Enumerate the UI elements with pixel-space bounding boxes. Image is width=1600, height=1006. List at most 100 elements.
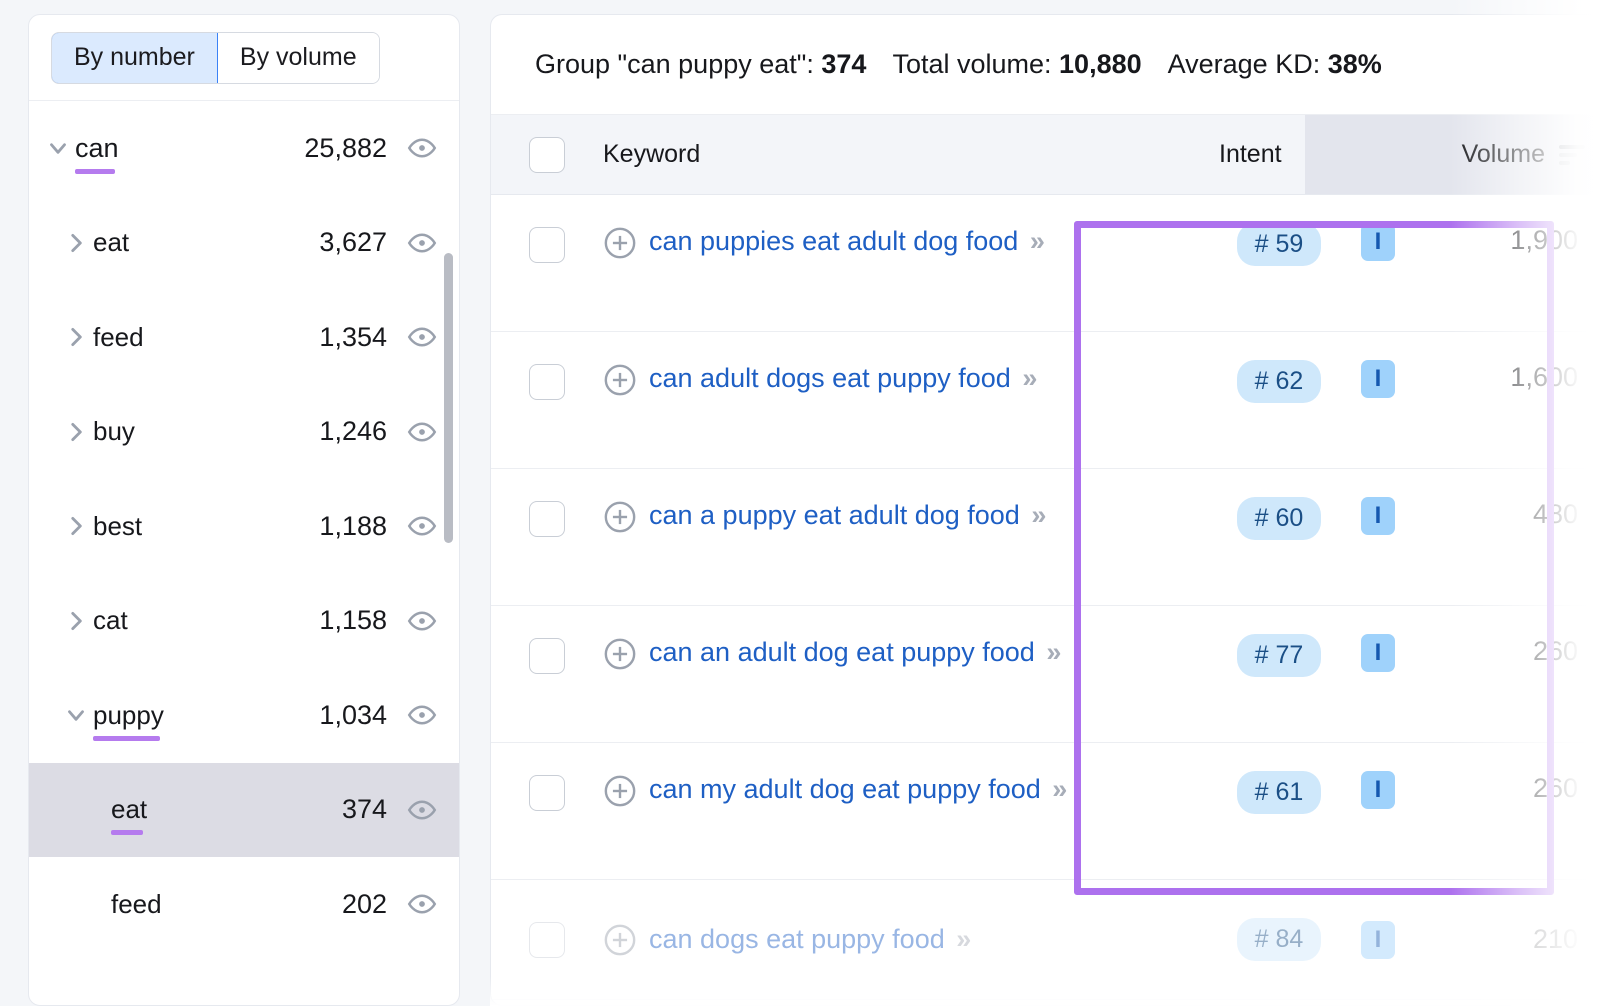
tree-item-highlight-underline [111,830,143,835]
row-checkbox[interactable] [529,775,565,811]
rank-badge[interactable]: # 62 [1237,360,1322,403]
tree-item-label: can [75,133,119,163]
eye-icon[interactable] [407,322,437,352]
tree-item-best-4[interactable]: best1,188 [29,479,459,574]
tree-item-highlight-underline [93,736,160,741]
segment-by-number[interactable]: By number [51,32,218,84]
tree-item-count: 25,882 [304,133,387,164]
chevron-right-icon[interactable] [59,230,93,256]
double-chevron-icon[interactable]: » [1052,774,1065,804]
eye-icon[interactable] [407,511,437,541]
tree-item-label-wrap: cat [93,607,128,634]
intent-badge[interactable]: I [1361,360,1395,398]
table-row[interactable]: can a puppy eat adult dog food »# 60I480 [491,469,1600,606]
rank-badge[interactable]: # 59 [1237,223,1322,266]
double-chevron-icon[interactable]: » [1046,637,1059,667]
tree-item-can-0[interactable]: can 25,882 [29,101,459,196]
intent-badge[interactable]: I [1361,497,1395,535]
intent-badge[interactable]: I [1361,771,1395,809]
tree-item-buy-3[interactable]: buy1,246 [29,385,459,480]
tree-item-puppy-6[interactable]: puppy 1,034 [29,668,459,763]
eye-icon[interactable] [407,889,437,919]
eye-icon[interactable] [407,417,437,447]
select-all-checkbox[interactable] [529,137,565,173]
row-checkbox[interactable] [529,922,565,958]
intent-badge[interactable]: I [1361,921,1395,959]
double-chevron-icon[interactable]: » [956,924,969,954]
eye-icon[interactable] [407,795,437,825]
chevron-right-icon[interactable] [59,608,93,634]
intent-badge[interactable]: I [1361,634,1395,672]
eye-icon[interactable] [407,133,437,163]
tree-item-label: eat [111,794,147,824]
keyword-table-panel: Group "can puppy eat": 374 Total volume:… [490,14,1600,1006]
column-header-volume[interactable]: Volume [1305,115,1600,194]
chevron-down-icon[interactable] [59,702,93,728]
keyword-link[interactable]: can dogs eat puppy food » [649,919,969,961]
table-row[interactable]: can my adult dog eat puppy food »# 61I26… [491,743,1600,880]
keyword-cell: can a puppy eat adult dog food » [603,495,1219,537]
intent-cell: I [1339,632,1463,672]
table-row[interactable]: can dogs eat puppy food » # 84 I 210 [491,880,1600,1000]
keyword-link[interactable]: can a puppy eat adult dog food » [649,495,1044,537]
tree-item-cat-5[interactable]: cat1,158 [29,574,459,669]
intent-badge[interactable]: I [1361,223,1395,261]
tree-item-eat-1[interactable]: eat3,627 [29,196,459,291]
tree-item-feed-2[interactable]: feed1,354 [29,290,459,385]
intent-cell: I [1339,495,1463,535]
row-select-cell [491,922,603,958]
volume-value: 210 [1463,924,1600,955]
table-row[interactable]: can puppies eat adult dog food »# 59I1,9… [491,195,1600,332]
tree-item-label-wrap: best [93,513,142,540]
add-keyword-plus-icon[interactable] [603,774,637,808]
add-keyword-plus-icon[interactable] [603,923,637,957]
rank-badge[interactable]: # 84 [1237,918,1322,961]
keyword-text: can my adult dog eat puppy food [649,774,1041,804]
tree-item-label: buy [93,416,135,446]
eye-icon[interactable] [407,700,437,730]
chevron-down-icon[interactable] [41,135,75,161]
volume-value: 260 [1463,632,1600,667]
rank-badge[interactable]: # 77 [1237,634,1322,677]
tree-item-eat-7[interactable]: eat374 [29,763,459,858]
rank-badge[interactable]: # 61 [1237,771,1322,814]
row-checkbox[interactable] [529,227,565,263]
keyword-link[interactable]: can an adult dog eat puppy food » [649,632,1059,674]
segment-by-volume[interactable]: By volume [218,33,379,83]
chevron-right-icon[interactable] [59,324,93,350]
row-checkbox[interactable] [529,501,565,537]
sort-mode-segmented-control[interactable]: By number By volume [51,32,380,84]
keyword-link[interactable]: can my adult dog eat puppy food » [649,769,1065,811]
table-row[interactable]: can an adult dog eat puppy food » # 77 I 26… [491,606,1600,743]
row-select-cell [491,769,603,811]
double-chevron-icon[interactable]: » [1030,226,1043,256]
intent-cell: I [1339,769,1463,809]
tree-item-count: 3,627 [319,227,387,258]
tree-item-count: 1,034 [319,700,387,731]
add-keyword-plus-icon[interactable] [603,637,637,671]
double-chevron-icon[interactable]: » [1022,363,1035,393]
row-checkbox[interactable] [529,638,565,674]
volume-value: 1,600 [1463,358,1600,393]
column-header-intent[interactable]: Intent [1219,140,1282,169]
rank-badge[interactable]: # 60 [1237,497,1322,540]
column-header-keyword[interactable]: Keyword [603,140,700,169]
table-row[interactable]: can adult dogs eat puppy food » # 62 I 1,60… [491,332,1600,469]
row-checkbox[interactable] [529,364,565,400]
tree-item-feed-8[interactable]: feed202 [29,857,459,952]
tree-item-label-wrap: puppy [93,702,164,729]
keyword-link[interactable]: can puppies eat adult dog food » [649,221,1043,263]
add-keyword-plus-icon[interactable] [603,363,637,397]
chevron-right-icon[interactable] [59,419,93,445]
chevron-right-icon[interactable] [59,513,93,539]
app-root: By number By volume can25,882eat3,627fee… [0,0,1600,1006]
add-keyword-plus-icon[interactable] [603,226,637,260]
tree-item-label-wrap: can [75,135,119,162]
eye-icon[interactable] [407,606,437,636]
double-chevron-icon[interactable]: » [1031,500,1044,530]
eye-icon[interactable] [407,228,437,258]
rank-cell: # 77 [1219,632,1339,677]
keyword-link[interactable]: can adult dogs eat puppy food » [649,358,1035,400]
add-keyword-plus-icon[interactable] [603,500,637,534]
rank-cell: # 61 [1219,769,1339,814]
